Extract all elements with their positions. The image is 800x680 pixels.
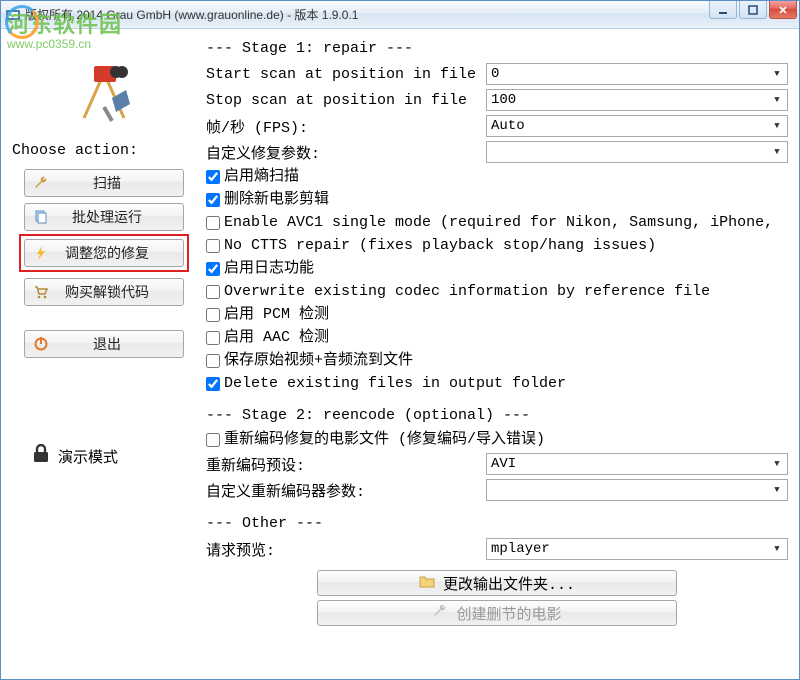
chevron-down-icon: ▼	[769, 482, 785, 498]
sidebar: Choose action: 扫描 批处理运行 调整您的修复	[2, 30, 202, 678]
custom-repair-label: 自定义修复参数:	[206, 142, 486, 163]
stage1-check-label: Enable AVC1 single mode (required for Ni…	[224, 213, 773, 233]
choose-action-label: Choose action:	[12, 142, 138, 159]
stage1-checkbox-3[interactable]	[206, 239, 220, 253]
preset-dropdown[interactable]: AVI ▼	[486, 453, 788, 475]
stage1-check-row: Enable AVC1 single mode (required for Ni…	[206, 213, 788, 233]
stage1-check-label: Delete existing files in output folder	[224, 374, 566, 394]
stage1-check-row: Delete existing files in output folder	[206, 374, 788, 394]
stage1-checkbox-8[interactable]	[206, 354, 220, 368]
create-cut-movie-button[interactable]: 创建删节的电影	[317, 600, 677, 626]
reencode-checkbox[interactable]	[206, 433, 220, 447]
stage1-check-row: 保存原始视频+音频流到文件	[206, 351, 788, 371]
stage1-checkbox-7[interactable]	[206, 331, 220, 345]
stage1-check-label: 启用熵扫描	[224, 167, 299, 187]
app-logo	[74, 58, 134, 128]
demo-mode-label: 演示模式	[58, 446, 118, 467]
custom-encoder-dropdown[interactable]: ▼	[486, 479, 788, 501]
chevron-down-icon: ▼	[769, 456, 785, 472]
stage1-check-row: No CTTS repair (fixes playback stop/hang…	[206, 236, 788, 256]
scan-button[interactable]: 扫描	[24, 169, 184, 197]
buy-unlock-button[interactable]: 购买解锁代码	[24, 278, 184, 306]
batch-button[interactable]: 批处理运行	[24, 203, 184, 231]
exit-button[interactable]: 退出	[24, 330, 184, 358]
change-output-folder-button[interactable]: 更改输出文件夹...	[317, 570, 677, 596]
wrench-icon	[33, 175, 49, 191]
start-scan-dropdown[interactable]: 0 ▼	[486, 63, 788, 85]
settings-panel: --- Stage 1: repair --- Start scan at po…	[206, 36, 788, 672]
stage1-checkbox-2[interactable]	[206, 216, 220, 230]
cart-icon	[33, 284, 49, 300]
stage1-check-label: 启用日志功能	[224, 259, 314, 279]
preview-dropdown[interactable]: mplayer ▼	[486, 538, 788, 560]
start-scan-label: Start scan at position in file	[206, 66, 486, 83]
preset-label: 重新编码预设:	[206, 454, 486, 475]
chevron-down-icon: ▼	[769, 541, 785, 557]
chevron-down-icon: ▼	[769, 92, 785, 108]
stage1-check-label: 启用 AAC 检测	[224, 328, 329, 348]
stage1-checkbox-4[interactable]	[206, 262, 220, 276]
stage1-check-label: 保存原始视频+音频流到文件	[224, 351, 413, 371]
stage1-checkbox-6[interactable]	[206, 308, 220, 322]
lightning-icon	[33, 245, 49, 261]
custom-encoder-label: 自定义重新编码器参数:	[206, 480, 486, 501]
other-title: --- Other ---	[206, 515, 788, 532]
chevron-down-icon: ▼	[769, 66, 785, 82]
stage2-title: --- Stage 2: reencode (optional) ---	[206, 407, 788, 424]
custom-repair-dropdown[interactable]: ▼	[486, 141, 788, 163]
stage1-check-row: 启用 AAC 检测	[206, 328, 788, 348]
stage1-check-row: 启用熵扫描	[206, 167, 788, 187]
app-icon	[5, 7, 21, 23]
fps-label: 帧/秒 (FPS):	[206, 116, 486, 137]
stage1-check-row: 启用日志功能	[206, 259, 788, 279]
lock-icon	[32, 444, 50, 468]
stop-scan-label: Stop scan at position in file	[206, 92, 486, 109]
chevron-down-icon: ▼	[769, 118, 785, 134]
titlebar: 版权所有 2014 Grau GmbH (www.grauonline.de) …	[1, 1, 799, 29]
stage1-check-row: Overwrite existing codec information by …	[206, 282, 788, 302]
reencode-label: 重新编码修复的电影文件 (修复编码/导入错误)	[224, 430, 545, 450]
adjust-repair-button[interactable]: 调整您的修复	[24, 239, 184, 267]
stage1-check-label: 启用 PCM 检测	[224, 305, 329, 325]
folder-icon	[419, 574, 435, 593]
stage1-check-label: No CTTS repair (fixes playback stop/hang…	[224, 236, 656, 256]
stage1-checkbox-5[interactable]	[206, 285, 220, 299]
power-icon	[33, 336, 49, 352]
stage1-check-label: 删除新电影剪辑	[224, 190, 329, 210]
close-button[interactable]	[769, 1, 797, 19]
stop-scan-dropdown[interactable]: 100 ▼	[486, 89, 788, 111]
wrench-icon	[432, 603, 448, 624]
window-title: 版权所有 2014 Grau GmbH (www.grauonline.de) …	[25, 6, 795, 23]
maximize-button[interactable]	[739, 1, 767, 19]
stage1-check-label: Overwrite existing codec information by …	[224, 282, 710, 302]
highlight-box: 调整您的修复	[19, 234, 189, 272]
stage1-check-row: 删除新电影剪辑	[206, 190, 788, 210]
preview-label: 请求预览:	[206, 539, 486, 560]
stage1-check-row: 启用 PCM 检测	[206, 305, 788, 325]
stage1-checkbox-0[interactable]	[206, 170, 220, 184]
stage1-title: --- Stage 1: repair ---	[206, 40, 788, 57]
minimize-button[interactable]	[709, 1, 737, 19]
stage1-checkbox-1[interactable]	[206, 193, 220, 207]
documents-icon	[33, 209, 49, 225]
fps-dropdown[interactable]: Auto ▼	[486, 115, 788, 137]
stage1-checkbox-9[interactable]	[206, 377, 220, 391]
demo-mode-row: 演示模式	[32, 444, 118, 468]
chevron-down-icon: ▼	[769, 144, 785, 160]
